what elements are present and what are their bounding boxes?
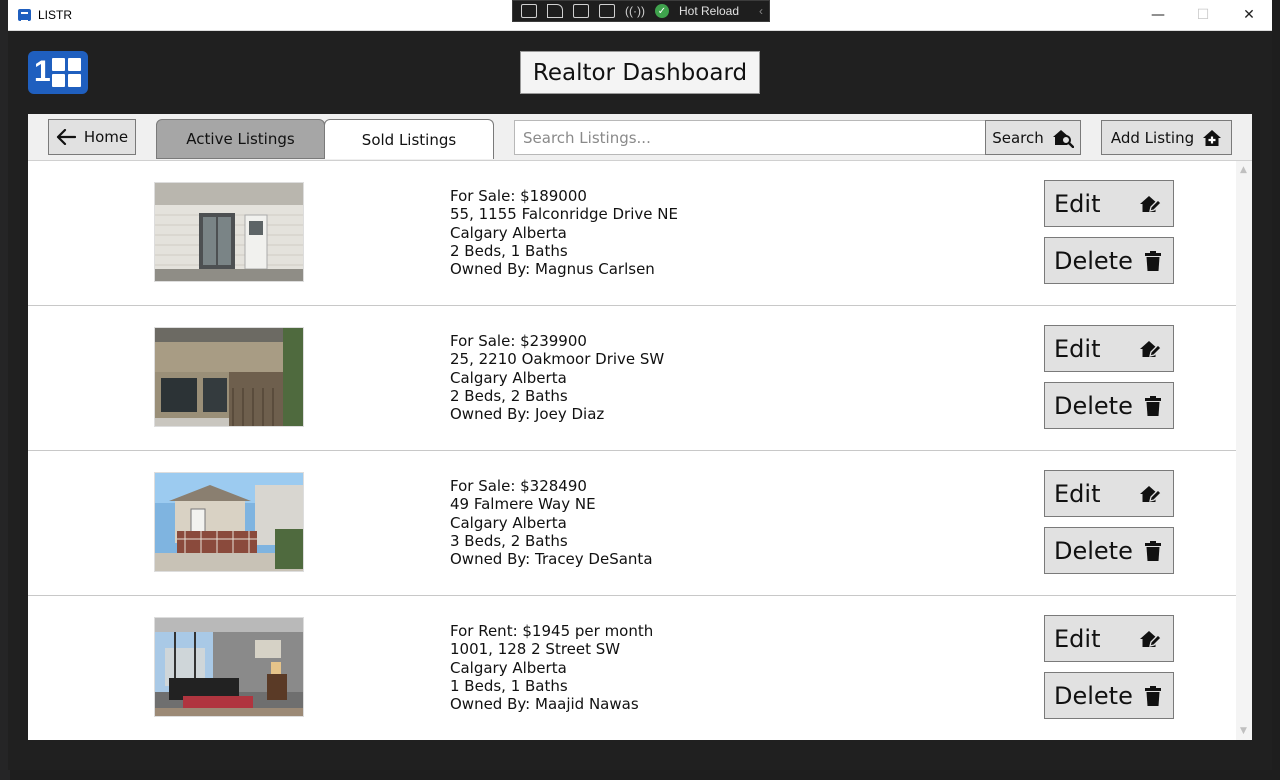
- house-edit-icon: [1140, 486, 1161, 502]
- edit-button[interactable]: Edit: [1044, 325, 1174, 372]
- track-focus-icon[interactable]: [599, 4, 615, 18]
- delete-button-label: Delete: [1054, 681, 1133, 710]
- listing-row: For Sale: $239900 25, 2210 Oakmoor Drive…: [28, 306, 1236, 451]
- delete-button[interactable]: Delete: [1044, 672, 1174, 719]
- page-title: Realtor Dashboard: [520, 51, 760, 94]
- listing-info: For Sale: $189000 55, 1155 Falconridge D…: [450, 187, 678, 278]
- header: 1 Realtor Dashboard: [8, 31, 1272, 114]
- listing-row: For Rent: $1945 per month 1001, 128 2 St…: [28, 596, 1236, 740]
- listing-info: For Sale: $328490 49 Falmere Way NE Calg…: [450, 477, 653, 568]
- pointer-icon[interactable]: [547, 4, 563, 18]
- listing-city: Calgary Alberta: [450, 223, 567, 242]
- minimize-button[interactable]: —: [1135, 0, 1181, 30]
- edit-button[interactable]: Edit: [1044, 615, 1174, 662]
- listing-address: 25, 2210 Oakmoor Drive SW: [450, 350, 665, 369]
- trash-icon: [1145, 686, 1161, 706]
- scroll-up-icon[interactable]: ▲: [1240, 165, 1247, 175]
- listing-price: For Rent: $1945 per month: [450, 622, 654, 640]
- listing-row: For Sale: $189000 55, 1155 Falconridge D…: [28, 161, 1236, 306]
- layout-adorner-icon[interactable]: [573, 4, 589, 18]
- listing-address: 55, 1155 Falconridge Drive NE: [450, 205, 678, 224]
- listing-rooms: 2 Beds, 2 Baths: [450, 386, 568, 405]
- listing-photo: [154, 472, 304, 572]
- listing-price: For Sale: $239900: [450, 332, 587, 350]
- edit-button[interactable]: Edit: [1044, 470, 1174, 517]
- delete-button-label: Delete: [1054, 391, 1133, 420]
- arrow-left-icon: [56, 129, 76, 145]
- listing-price: For Sale: $328490: [450, 477, 587, 495]
- add-listing-label: Add Listing: [1110, 128, 1195, 147]
- close-button[interactable]: ✕: [1226, 0, 1272, 30]
- main-content: Home Active Listings Sold Listings Searc…: [28, 114, 1252, 740]
- add-listing-button[interactable]: Add Listing: [1101, 120, 1232, 155]
- listing-price: For Sale: $189000: [450, 187, 587, 205]
- listing-info: For Rent: $1945 per month 1001, 128 2 St…: [450, 622, 653, 713]
- listing-owner: Owned By: Tracey DeSanta: [450, 550, 653, 569]
- app-title: LISTR: [38, 8, 73, 22]
- listing-rooms: 3 Beds, 2 Baths: [450, 531, 568, 550]
- house-edit-icon: [1140, 196, 1161, 212]
- listing-city: Calgary Alberta: [450, 513, 567, 532]
- listing-city: Calgary Alberta: [450, 658, 567, 677]
- hot-reload-check-icon: ✓: [654, 4, 669, 18]
- title-bar: LISTR ((·)) ✓ Hot Reload ‹ — ☐ ✕: [8, 0, 1272, 31]
- background-right-gutter: [1272, 30, 1280, 780]
- select-element-icon[interactable]: [521, 4, 537, 18]
- edit-button-label: Edit: [1054, 189, 1101, 218]
- listr-logo: 1: [28, 51, 88, 94]
- listings-scrollbar[interactable]: ▲ ▼: [1236, 161, 1252, 740]
- listing-address: 49 Falmere Way NE: [450, 495, 596, 514]
- hot-reload-label[interactable]: Hot Reload: [679, 4, 739, 18]
- window-footer: [8, 740, 1272, 770]
- app-window: LISTR ((·)) ✓ Hot Reload ‹ — ☐ ✕ 1 Realt…: [8, 0, 1272, 770]
- chevron-left-icon[interactable]: ‹: [759, 4, 763, 18]
- edit-button[interactable]: Edit: [1044, 180, 1174, 227]
- tab-sold-listings[interactable]: Sold Listings: [324, 119, 494, 159]
- delete-button[interactable]: Delete: [1044, 527, 1174, 574]
- listing-address: 1001, 128 2 Street SW: [450, 640, 621, 659]
- app-icon: [18, 9, 31, 22]
- binding-failures-icon[interactable]: ((·)): [625, 4, 645, 18]
- listing-owner: Owned By: Magnus Carlsen: [450, 260, 655, 279]
- listing-owner: Owned By: Joey Diaz: [450, 405, 605, 424]
- delete-button-label: Delete: [1054, 536, 1133, 565]
- trash-icon: [1145, 396, 1161, 416]
- tab-active-listings[interactable]: Active Listings: [156, 119, 325, 159]
- trash-icon: [1145, 251, 1161, 271]
- trash-icon: [1145, 541, 1161, 561]
- delete-button[interactable]: Delete: [1044, 382, 1174, 429]
- listing-photo: [154, 182, 304, 282]
- listing-photo: [154, 617, 304, 717]
- listing-photo: [154, 327, 304, 427]
- debug-toolbar: ((·)) ✓ Hot Reload ‹: [512, 0, 770, 22]
- search-button-label: Search: [992, 128, 1044, 147]
- listing-rooms: 1 Beds, 1 Baths: [450, 676, 568, 695]
- house-edit-icon: [1140, 341, 1161, 357]
- listing-info: For Sale: $239900 25, 2210 Oakmoor Drive…: [450, 332, 664, 423]
- home-button[interactable]: Home: [48, 119, 136, 155]
- toolbar: Home Active Listings Sold Listings Searc…: [28, 114, 1252, 161]
- listing-city: Calgary Alberta: [450, 368, 567, 387]
- house-search-icon: [1052, 129, 1074, 148]
- listing-owner: Owned By: Maajid Nawas: [450, 695, 639, 714]
- scroll-down-icon[interactable]: ▼: [1240, 726, 1247, 736]
- search-button[interactable]: Search: [985, 120, 1081, 155]
- house-plus-icon: [1203, 129, 1222, 146]
- delete-button-label: Delete: [1054, 246, 1133, 275]
- edit-button-label: Edit: [1054, 624, 1101, 653]
- maximize-button[interactable]: ☐: [1180, 0, 1226, 30]
- listing-row: For Sale: $328490 49 Falmere Way NE Calg…: [28, 451, 1236, 596]
- home-button-label: Home: [83, 128, 129, 146]
- house-edit-icon: [1140, 631, 1161, 647]
- search-input[interactable]: [514, 120, 986, 155]
- listings-list: For Sale: $189000 55, 1155 Falconridge D…: [28, 161, 1236, 740]
- delete-button[interactable]: Delete: [1044, 237, 1174, 284]
- listing-rooms: 2 Beds, 1 Baths: [450, 241, 568, 260]
- edit-button-label: Edit: [1054, 334, 1101, 363]
- edit-button-label: Edit: [1054, 479, 1101, 508]
